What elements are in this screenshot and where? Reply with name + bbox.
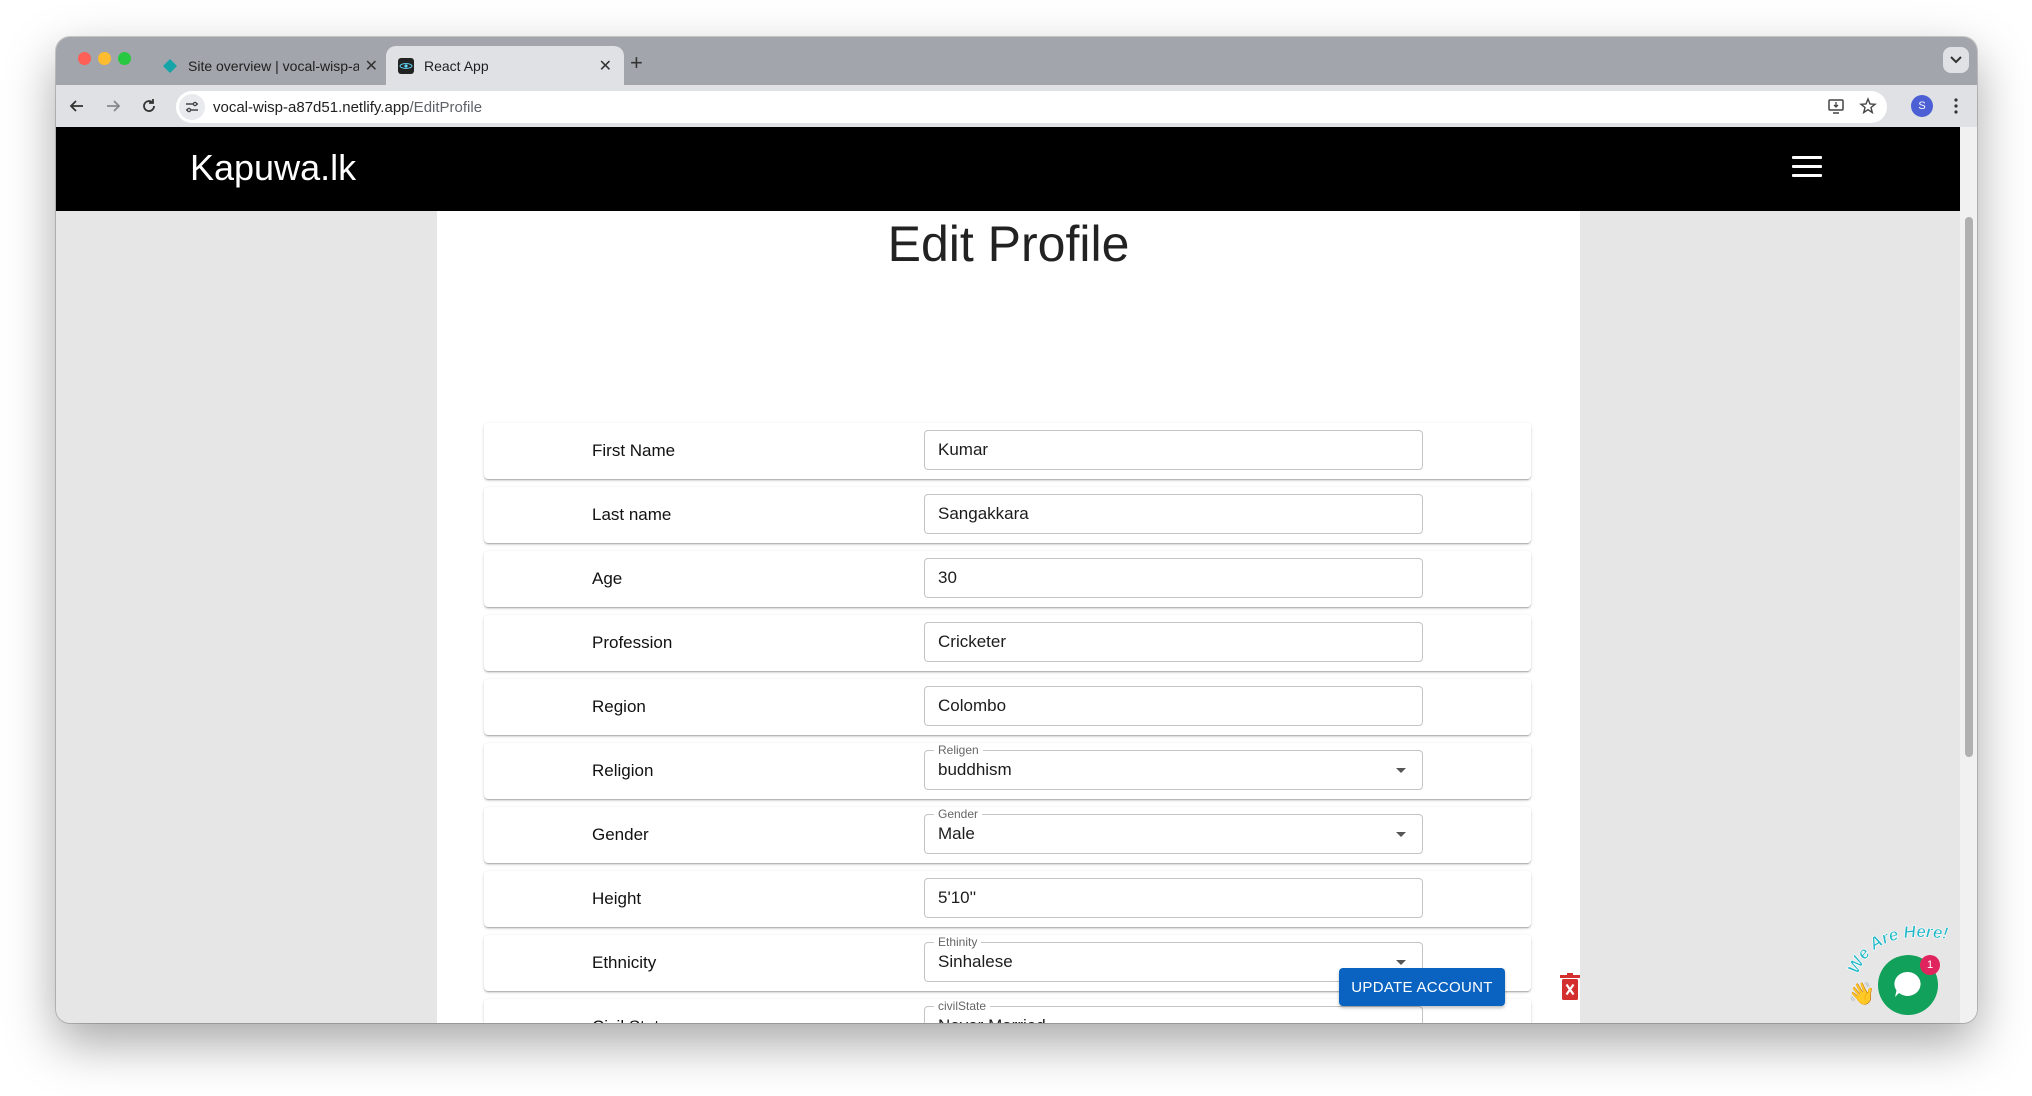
page-viewport: Edit Profile First Name Kumar Last name … xyxy=(56,127,1977,1023)
reload-icon xyxy=(143,99,155,112)
scrollbar-thumb[interactable] xyxy=(1965,217,1973,757)
field-value: Kumar xyxy=(938,440,989,459)
age-input[interactable]: 30 xyxy=(924,558,1423,598)
delete-icon[interactable] xyxy=(1559,973,1581,1001)
browser-window: Site overview | vocal-wisp-a8 ✕ React Ap… xyxy=(56,37,1977,1023)
dropdown-arrow-icon xyxy=(1396,768,1406,773)
height-input[interactable]: 5'10'' xyxy=(924,878,1423,918)
page-title: Edit Profile xyxy=(887,216,1130,272)
browser-menu-icon[interactable] xyxy=(1948,95,1964,117)
app-header: Kapuwa.lk xyxy=(56,127,1960,211)
site-info-icon[interactable] xyxy=(179,94,205,120)
field-label: Height xyxy=(592,889,642,908)
close-tab-icon[interactable]: ✕ xyxy=(365,56,378,76)
minimize-window-button[interactable] xyxy=(98,52,111,65)
arrow-left-icon xyxy=(69,100,83,112)
tab-title: Site overview | vocal-wisp-a8 xyxy=(188,57,359,74)
chat-widget[interactable]: We Are Here! 👋 1 xyxy=(1844,917,1962,1017)
chevron-down-icon xyxy=(1950,56,1962,64)
profession-input[interactable]: Cricketer xyxy=(924,622,1423,662)
reload-button[interactable] xyxy=(138,95,160,117)
field-label: Gender xyxy=(592,825,649,844)
religion-select[interactable]: Religen buddhism xyxy=(924,743,1423,790)
field-label: Region xyxy=(592,697,646,716)
form-row-last-name: Last name Sangakkara xyxy=(484,487,1531,543)
field-label: Age xyxy=(592,569,623,588)
edit-profile-card: Edit Profile First Name Kumar Last name … xyxy=(437,147,1580,1023)
form-row-height: Height 5'10'' xyxy=(484,871,1531,927)
last-name-input[interactable]: Sangakkara xyxy=(924,494,1423,534)
first-name-input[interactable]: Kumar xyxy=(924,430,1423,470)
field-value: Never Married xyxy=(938,1007,1046,1023)
install-app-icon[interactable] xyxy=(1827,97,1845,115)
field-value: Sangakkara xyxy=(938,504,1029,523)
tab-title: React App xyxy=(424,57,489,74)
chat-badge: 1 xyxy=(1920,955,1940,975)
menu-icon[interactable] xyxy=(1792,156,1822,180)
new-tab-button[interactable]: + xyxy=(630,50,643,76)
close-tab-icon[interactable]: ✕ xyxy=(599,56,612,76)
form-row-profession: Profession Cricketer xyxy=(484,615,1531,671)
url-host: vocal-wisp-a87d51.netlify.app xyxy=(213,98,410,116)
url-path: /EditProfile xyxy=(409,98,483,116)
brand-logo[interactable]: Kapuwa.lk xyxy=(190,147,356,189)
form-row-religion: Religion Religen buddhism xyxy=(484,743,1531,799)
forward-button[interactable] xyxy=(102,95,124,117)
field-label: Profession xyxy=(592,633,673,652)
field-label: Religion xyxy=(592,761,654,780)
netlify-icon xyxy=(163,58,177,73)
field-value: Colombo xyxy=(938,696,1007,715)
dropdown-arrow-icon xyxy=(1396,832,1406,837)
back-button[interactable] xyxy=(66,95,88,117)
waving-hand-icon: 👋 xyxy=(1848,981,1876,1006)
update-account-button[interactable]: UPDATE ACCOUNT xyxy=(1339,968,1505,1006)
tab-site-overview[interactable]: Site overview | vocal-wisp-a8 ✕ xyxy=(150,46,390,85)
browser-toolbar: vocal-wisp-a87d51.netlify.app/EditProfil… xyxy=(56,85,1977,127)
address-bar[interactable]: vocal-wisp-a87d51.netlify.app/EditProfil… xyxy=(176,91,1887,123)
form-row-gender: Gender Gender Male xyxy=(484,807,1531,863)
form-row-age: Age 30 xyxy=(484,551,1531,607)
bookmark-star-icon[interactable] xyxy=(1859,97,1877,115)
field-value: 30 xyxy=(938,568,957,587)
region-input[interactable]: Colombo xyxy=(924,686,1423,726)
tab-search-button[interactable] xyxy=(1943,47,1969,73)
civil-state-select[interactable]: civilState Never Married xyxy=(924,999,1423,1023)
field-value: 5'10'' xyxy=(938,888,977,907)
form-row-first-name: First Name Kumar xyxy=(484,423,1531,479)
close-window-button[interactable] xyxy=(78,52,91,65)
maximize-window-button[interactable] xyxy=(118,52,131,65)
dropdown-arrow-icon xyxy=(1396,960,1406,965)
tab-react-app[interactable]: React App ✕ xyxy=(386,46,624,85)
field-label: Ethnicity xyxy=(592,953,657,972)
react-icon xyxy=(398,57,414,74)
field-label: First Name xyxy=(592,441,676,460)
field-value: Cricketer xyxy=(938,632,1007,651)
arrow-right-icon xyxy=(107,100,121,112)
gender-select[interactable]: Gender Male xyxy=(924,807,1423,854)
field-value: Male xyxy=(938,824,975,843)
field-label: Civil State xyxy=(592,999,669,1023)
field-value: buddhism xyxy=(938,760,1012,779)
field-value: Sinhalese xyxy=(938,952,1013,971)
form-row-region: Region Colombo xyxy=(484,679,1531,735)
profile-avatar[interactable]: S xyxy=(1911,95,1933,117)
tab-strip: Site overview | vocal-wisp-a8 ✕ React Ap… xyxy=(56,37,1977,85)
field-label: Last name xyxy=(592,505,672,524)
